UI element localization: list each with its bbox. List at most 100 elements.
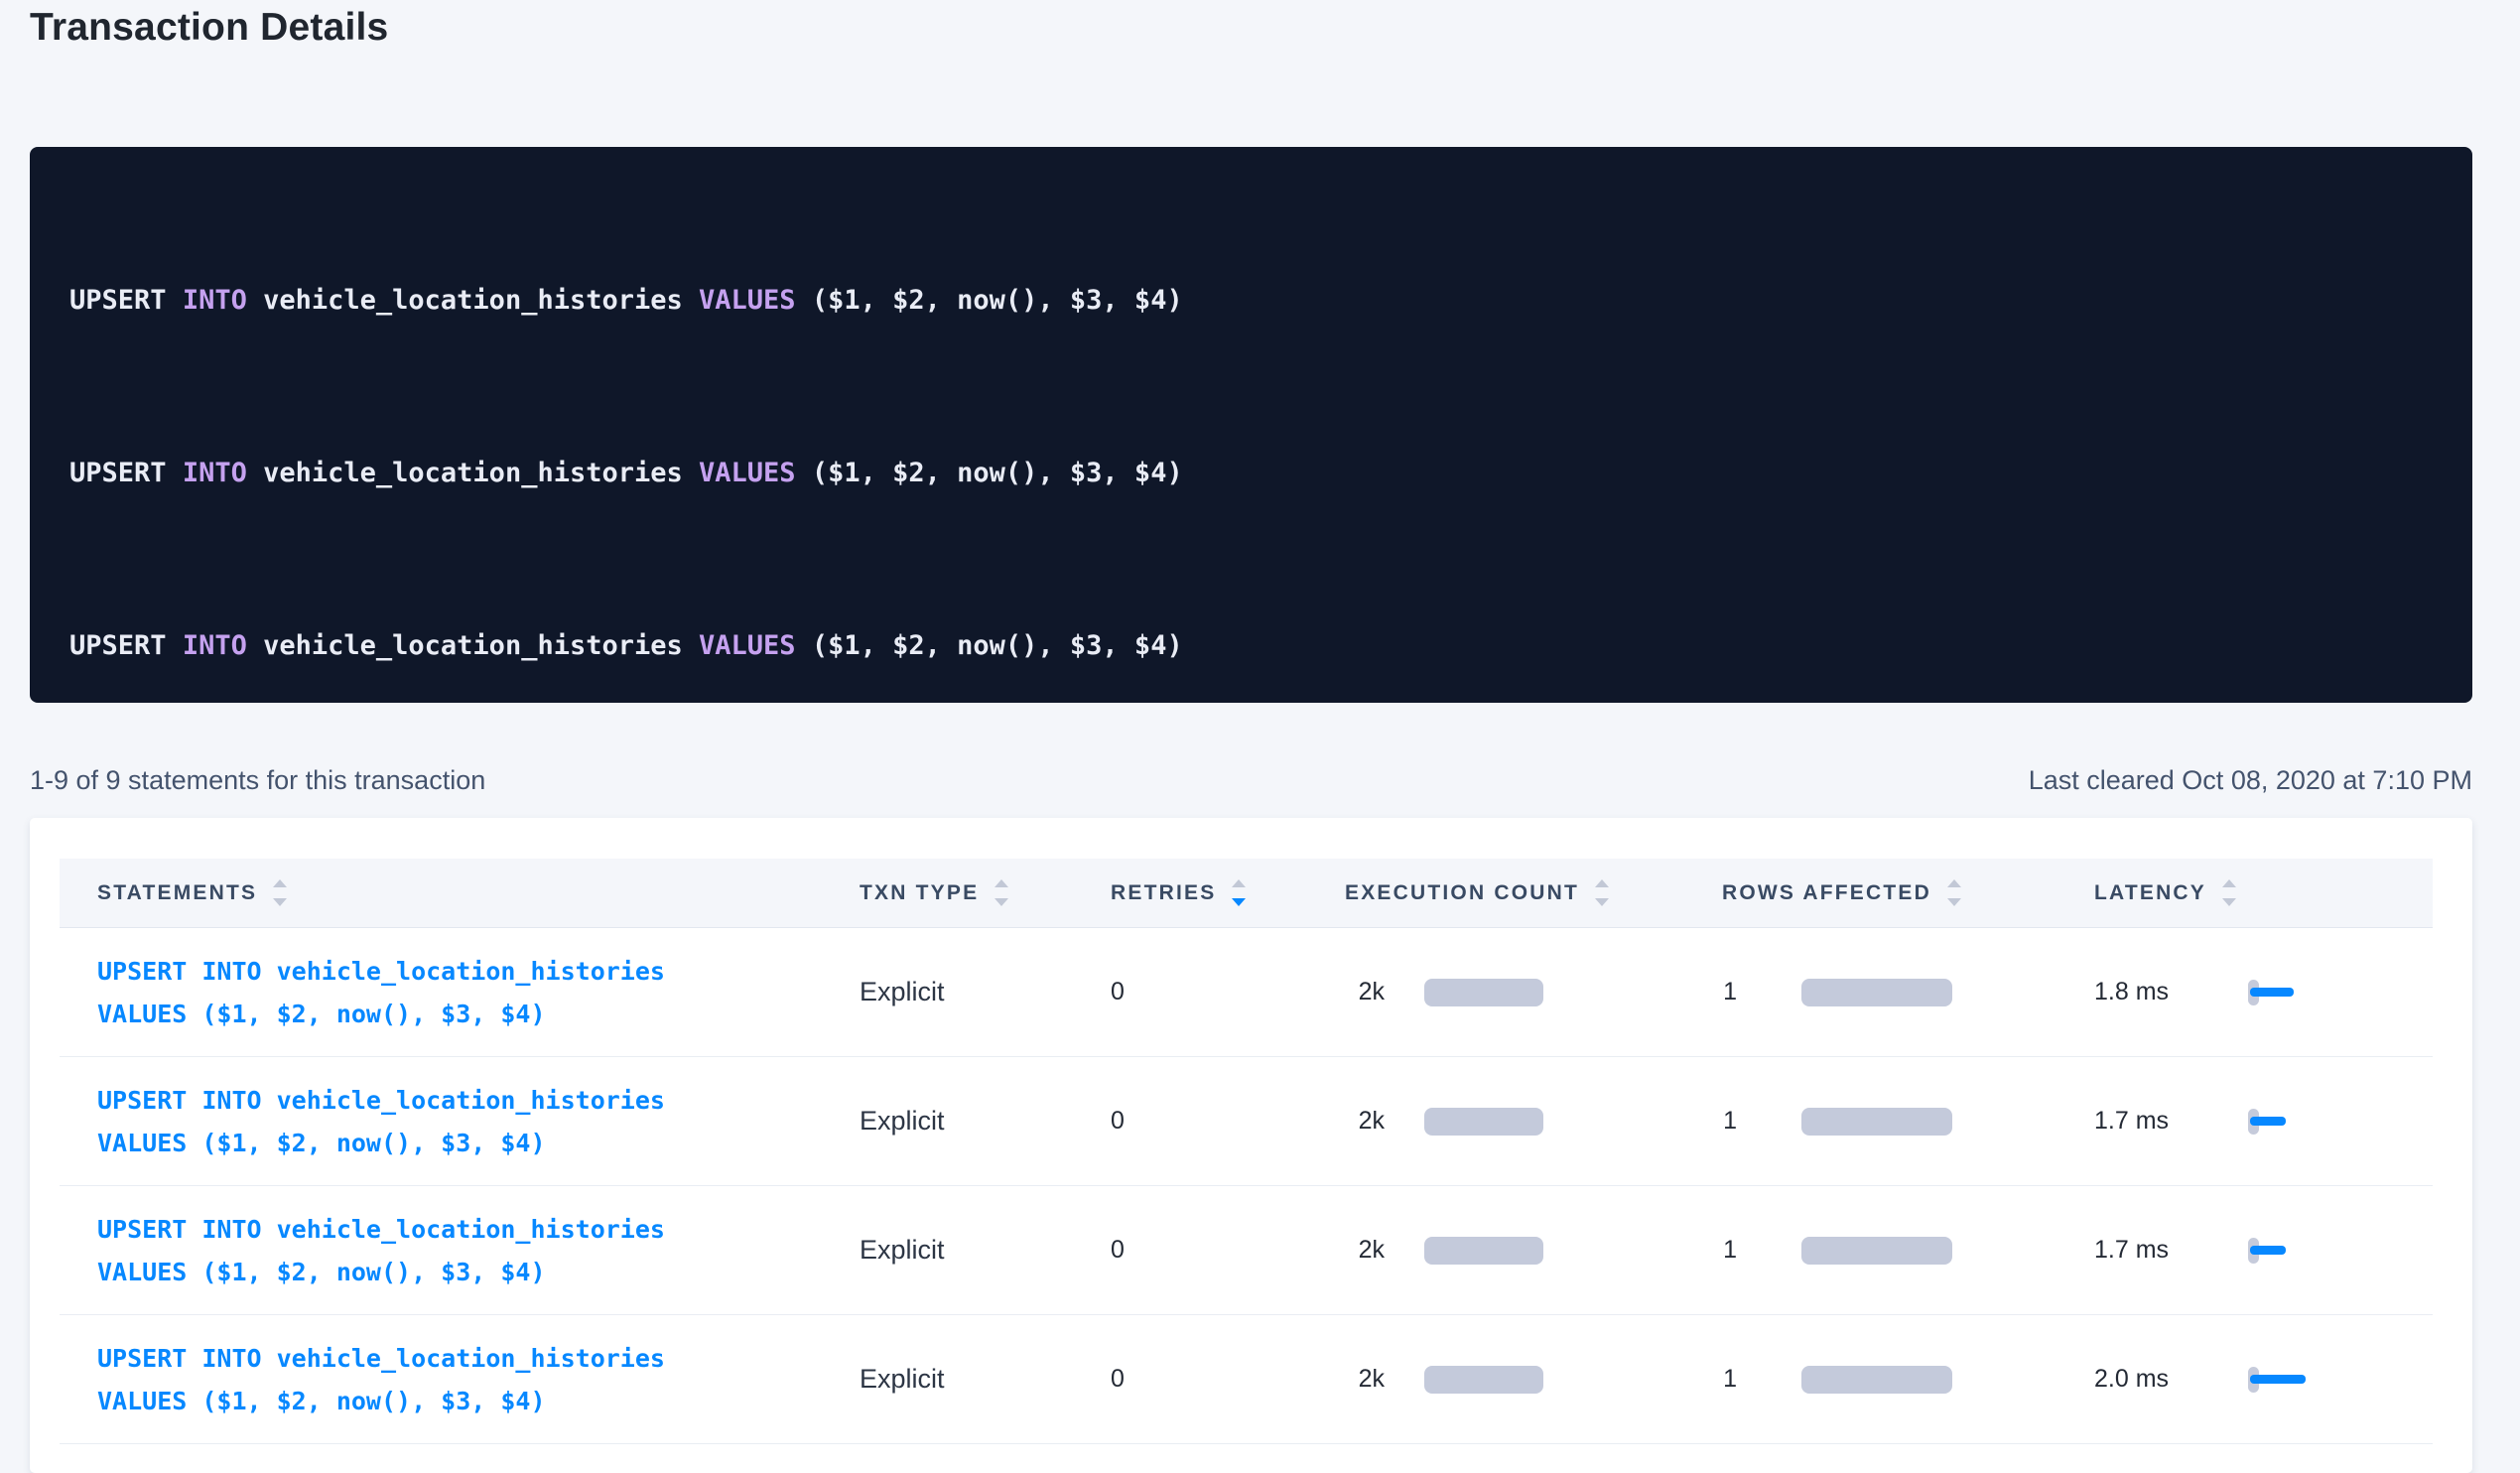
- sort-down-icon: [1947, 898, 1961, 906]
- statement-link[interactable]: UPSERT INTO vehicle_location_historiesVA…: [97, 1337, 854, 1422]
- sort-up-icon: [995, 879, 1008, 887]
- latency-bar-chart: [2248, 1108, 2286, 1136]
- table-row: UPSERT INTO vehicle_location_historiesVA…: [60, 928, 2433, 1057]
- txn-type-cell: Explicit: [854, 1235, 1102, 1266]
- retries-cell: 0: [1102, 1236, 1340, 1265]
- rows-affected-bar: [1801, 1237, 1952, 1265]
- column-header-retries[interactable]: RETRIES: [1102, 879, 1340, 906]
- latency-cell: 1.7 ms: [2089, 1107, 2433, 1136]
- statements-count-label: 1-9 of 9 statements for this transaction: [30, 765, 485, 796]
- table-row: UPSERT INTO vehicle_location_historiesVA…: [60, 1186, 2433, 1315]
- sql-keyword: INTO: [183, 458, 247, 488]
- retries-cell: 0: [1102, 1365, 1340, 1394]
- statement-line-1: UPSERT INTO vehicle_location_histories: [97, 950, 854, 993]
- txn-type-cell: Explicit: [854, 1364, 1102, 1395]
- sort-up-icon: [273, 879, 287, 887]
- latency-cell: 1.7 ms: [2089, 1236, 2433, 1265]
- execution-count-value: 2k: [1345, 1365, 1385, 1394]
- statements-summary-row: 1-9 of 9 statements for this transaction…: [30, 765, 2472, 796]
- statement-line-2: VALUES ($1, $2, now(), $3, $4): [97, 1380, 854, 1422]
- column-header-label: ROWS AFFECTED: [1722, 881, 1931, 905]
- latency-value: 1.7 ms: [2094, 1236, 2169, 1265]
- sort-icon[interactable]: [2222, 879, 2236, 906]
- latency-bar: [2250, 988, 2294, 997]
- execution-count-cell: 2k: [1340, 1107, 1717, 1136]
- latency-bar-chart: [2248, 1237, 2286, 1265]
- column-header-latency[interactable]: LATENCY: [2089, 879, 2433, 906]
- column-header-label: LATENCY: [2094, 881, 2206, 905]
- statement-line-2: VALUES ($1, $2, now(), $3, $4): [97, 1122, 854, 1164]
- statements-table-card: STATEMENTS TXN TYPE RETRIES EXECUTION CO…: [30, 818, 2472, 1473]
- latency-bar: [2250, 1117, 2286, 1126]
- latency-bar-chart: [2248, 1366, 2306, 1394]
- column-header-rows-affected[interactable]: ROWS AFFECTED: [1717, 879, 2089, 906]
- column-header-statements[interactable]: STATEMENTS: [60, 879, 854, 906]
- last-cleared-label: Last cleared Oct 08, 2020 at 7:10 PM: [2029, 765, 2472, 796]
- column-header-label: STATEMENTS: [97, 881, 257, 905]
- sql-keyword: VALUES: [699, 458, 796, 488]
- sql-table-name: vehicle_location_histories: [263, 630, 683, 661]
- execution-count-bar: [1424, 1366, 1543, 1394]
- sort-down-icon: [2222, 898, 2236, 906]
- statement-cell: UPSERT INTO vehicle_location_historiesVA…: [60, 950, 854, 1035]
- retries-cell: 0: [1102, 978, 1340, 1006]
- statement-line-2: VALUES ($1, $2, now(), $3, $4): [97, 993, 854, 1035]
- sql-table-name: vehicle_location_histories: [263, 458, 683, 488]
- sort-down-icon: [273, 898, 287, 906]
- execution-count-cell: 2k: [1340, 1236, 1717, 1265]
- table-row: UPSERT INTO vehicle_location_historiesVA…: [60, 1057, 2433, 1186]
- latency-cell: 1.8 ms: [2089, 978, 2433, 1006]
- sort-up-icon: [1595, 879, 1609, 887]
- execution-count-value: 2k: [1345, 1107, 1385, 1136]
- column-header-txn-type[interactable]: TXN TYPE: [854, 879, 1102, 906]
- sort-icon[interactable]: [1947, 879, 1961, 906]
- execution-count-bar: [1424, 979, 1543, 1006]
- rows-affected-bar: [1801, 979, 1952, 1006]
- latency-value: 2.0 ms: [2094, 1365, 2169, 1394]
- sql-args: ($1, $2, now(), $3, $4): [812, 630, 1183, 661]
- execution-count-bar: [1424, 1108, 1543, 1136]
- column-header-execution-count[interactable]: EXECUTION COUNT: [1340, 879, 1717, 906]
- sort-icon[interactable]: [1595, 879, 1609, 906]
- sql-token: UPSERT: [69, 285, 167, 316]
- sort-down-icon: [1232, 898, 1246, 906]
- sql-args: ($1, $2, now(), $3, $4): [812, 285, 1183, 316]
- table-row: UPSERT INTO vehicle_location_historiesVA…: [60, 1315, 2433, 1444]
- sql-token: UPSERT: [69, 458, 167, 488]
- statement-link[interactable]: UPSERT INTO vehicle_location_historiesVA…: [97, 950, 854, 1035]
- statements-table: STATEMENTS TXN TYPE RETRIES EXECUTION CO…: [60, 859, 2433, 1444]
- sort-icon[interactable]: [1232, 879, 1246, 906]
- sql-table-name: vehicle_location_histories: [263, 285, 683, 316]
- sql-statement-line: UPSERT INTO vehicle_location_histories V…: [69, 624, 2433, 668]
- statement-cell: UPSERT INTO vehicle_location_historiesVA…: [60, 1079, 854, 1164]
- sort-down-icon: [1595, 898, 1609, 906]
- rows-affected-value: 1: [1722, 1107, 1737, 1136]
- rows-affected-cell: 1: [1717, 1107, 2089, 1136]
- statement-line-1: UPSERT INTO vehicle_location_histories: [97, 1079, 854, 1122]
- statement-line-1: UPSERT INTO vehicle_location_histories: [97, 1337, 854, 1380]
- sort-icon[interactable]: [995, 879, 1008, 906]
- statement-cell: UPSERT INTO vehicle_location_historiesVA…: [60, 1337, 854, 1422]
- sort-icon[interactable]: [273, 879, 287, 906]
- latency-bar: [2250, 1375, 2306, 1384]
- execution-count-cell: 2k: [1340, 978, 1717, 1006]
- sql-keyword: INTO: [183, 630, 247, 661]
- sql-keyword: INTO: [183, 285, 247, 316]
- statement-link[interactable]: UPSERT INTO vehicle_location_historiesVA…: [97, 1079, 854, 1164]
- rows-affected-cell: 1: [1717, 1365, 2089, 1394]
- latency-cell: 2.0 ms: [2089, 1365, 2433, 1394]
- execution-count-value: 2k: [1345, 1236, 1385, 1265]
- latency-bar: [2250, 1246, 2286, 1255]
- statement-line-1: UPSERT INTO vehicle_location_histories: [97, 1208, 854, 1251]
- execution-count-cell: 2k: [1340, 1365, 1717, 1394]
- execution-count-bar: [1424, 1237, 1543, 1265]
- rows-affected-value: 1: [1722, 978, 1737, 1006]
- txn-type-cell: Explicit: [854, 1106, 1102, 1137]
- statement-link[interactable]: UPSERT INTO vehicle_location_historiesVA…: [97, 1208, 854, 1293]
- latency-bar-chart: [2248, 979, 2294, 1006]
- latency-value: 1.8 ms: [2094, 978, 2169, 1006]
- sort-down-icon: [995, 898, 1008, 906]
- rows-affected-value: 1: [1722, 1365, 1737, 1394]
- rows-affected-cell: 1: [1717, 1236, 2089, 1265]
- transaction-sql-box: UPSERT INTO vehicle_location_histories V…: [30, 147, 2472, 703]
